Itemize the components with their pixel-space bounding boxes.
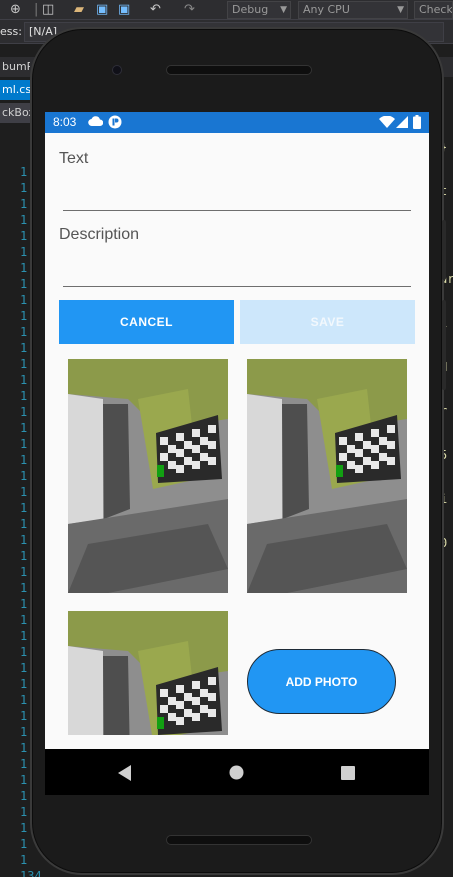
home-icon[interactable] [229, 765, 244, 780]
ide-tab-xaml-cs[interactable]: ml.cs [0, 80, 30, 100]
ide-tab-label: bumP [2, 60, 30, 73]
photo-thumbnail[interactable] [68, 611, 228, 735]
ide-tab-album[interactable]: bumP [0, 57, 30, 77]
chevron-down-icon: ▼ [280, 5, 287, 15]
undo-icon[interactable]: ↶ [150, 2, 161, 18]
add-photo-button[interactable]: ADD PHOTO [247, 649, 396, 714]
save-icon[interactable]: ▣ [96, 2, 108, 18]
room-photo-icon [68, 611, 228, 735]
save-button-label: SAVE [310, 315, 345, 329]
platform-combo-value: Any CPU [303, 3, 350, 16]
photo-thumbnail[interactable] [68, 359, 228, 593]
text-entry-underline [63, 210, 411, 211]
chevron-down-icon: ▼ [397, 5, 404, 15]
ide-tab-label: ckBox [2, 106, 30, 119]
cell-signal-icon [396, 116, 408, 128]
save-button[interactable]: SAVE [240, 300, 415, 344]
cloud-icon [88, 116, 103, 127]
ide-tab-checkbox[interactable]: ckBox [0, 103, 30, 123]
save-all-icon[interactable]: ▣ [118, 2, 130, 18]
battery-icon [413, 115, 421, 129]
photo-thumbnail[interactable] [247, 359, 407, 593]
camera-icon [112, 65, 122, 75]
back-icon[interactable] [118, 765, 132, 781]
volume-button[interactable] [442, 300, 446, 390]
cancel-button-label: CANCEL [120, 315, 173, 329]
text-entry[interactable] [59, 174, 411, 208]
add-photo-button-label: ADD PHOTO [285, 674, 358, 689]
app-notification-icon [108, 115, 122, 129]
app-screen: 8:03 Text Description CANCEL SAVE ADD PH… [45, 112, 429, 795]
speaker-bottom [166, 835, 312, 845]
ide-toolbar: ⊕ | ◫ ▰ ▣ ▣ ↶ ↷ Debug ▼ Any CPU ▼ CheckB… [0, 0, 453, 20]
description-field-label: Description [59, 226, 140, 243]
room-photo-icon [68, 359, 228, 593]
config-combo[interactable]: Debug ▼ [227, 1, 291, 19]
room-photo-icon [247, 359, 407, 593]
recents-icon[interactable] [341, 766, 355, 780]
new-item-icon[interactable]: ◫ [42, 2, 54, 18]
text-field-label: Text [59, 150, 89, 167]
android-nav-bar [45, 749, 429, 795]
wifi-icon [379, 116, 395, 128]
description-entry-underline [63, 286, 411, 287]
description-entry[interactable] [59, 250, 411, 284]
ide-tab-label: ml.cs [2, 83, 30, 96]
redo-icon[interactable]: ↷ [184, 2, 195, 18]
status-bar: 8:03 [45, 112, 429, 133]
process-label: ess: [0, 25, 22, 38]
speaker-top [166, 65, 312, 75]
startup-combo[interactable]: CheckBox [414, 1, 453, 19]
config-combo-value: Debug [232, 3, 269, 16]
line-number: 1 [20, 853, 28, 867]
nav-forward-icon[interactable]: ⊕ [10, 2, 21, 18]
toolbar-separator-icon: | [34, 2, 39, 17]
startup-combo-value: CheckBox [419, 3, 453, 16]
platform-combo[interactable]: Any CPU ▼ [298, 1, 408, 19]
power-button[interactable] [442, 220, 446, 280]
cancel-button[interactable]: CANCEL [59, 300, 234, 344]
open-folder-icon[interactable]: ▰ [74, 2, 84, 18]
line-number: 134 [20, 869, 42, 877]
status-time: 8:03 [53, 115, 77, 129]
